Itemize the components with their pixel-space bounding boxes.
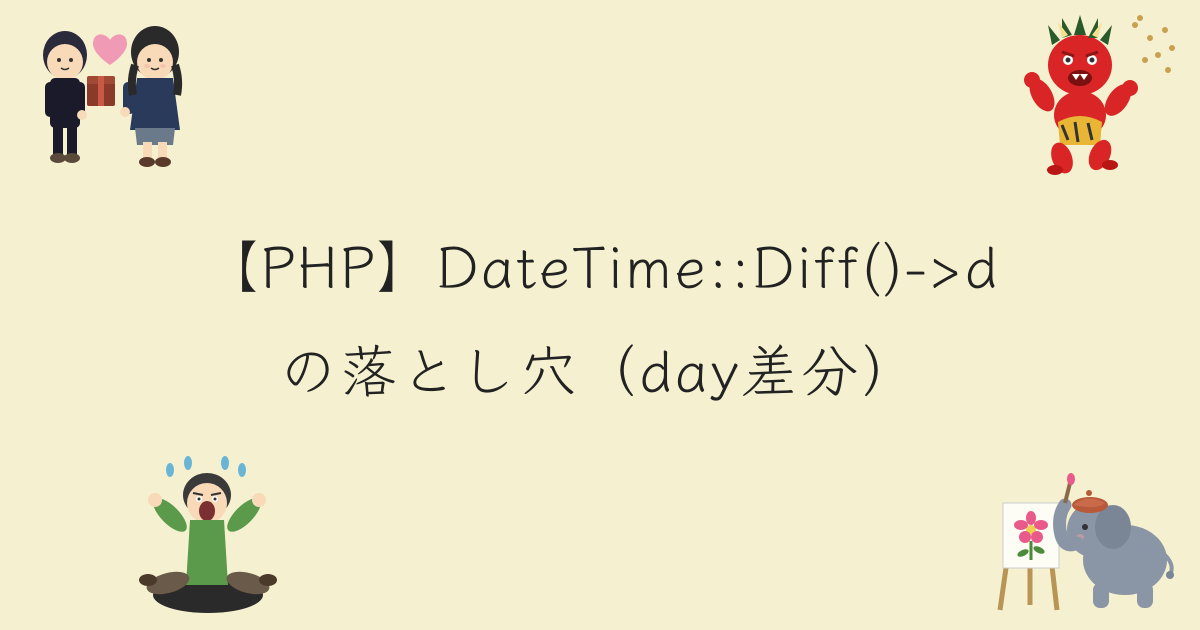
- illustration-oni-demon: [1000, 10, 1185, 180]
- title-container: 【PHP】DateTime::Diff()->d の落とし穴（day差分）: [0, 211, 1200, 420]
- title-line-2: の落とし穴（day差分）: [0, 315, 1200, 419]
- illustration-elephant-painting: [985, 455, 1185, 615]
- title-line-1: 【PHP】DateTime::Diff()->d: [0, 211, 1200, 315]
- illustration-falling-hole: [120, 455, 295, 620]
- illustration-couple-gift: [15, 10, 205, 170]
